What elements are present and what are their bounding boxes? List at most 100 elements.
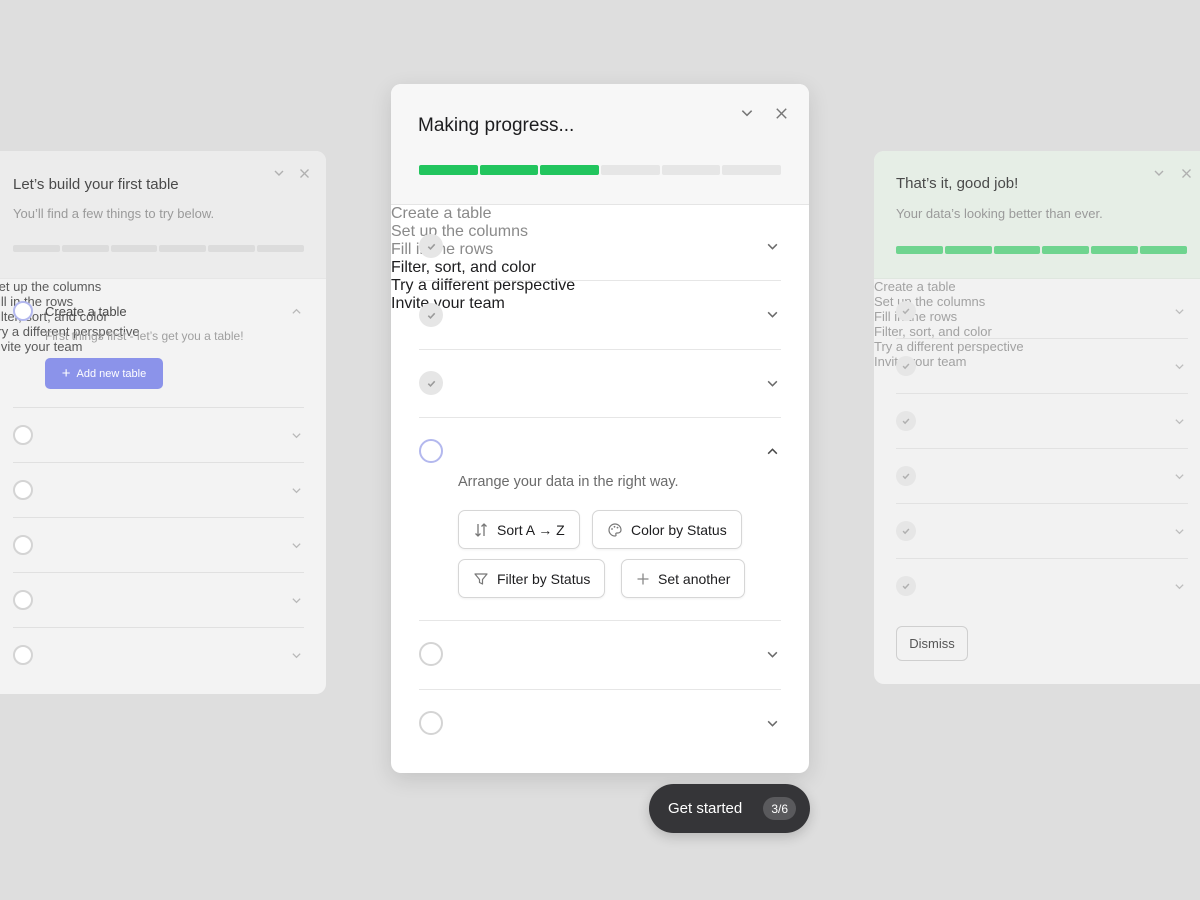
chevron-down-icon[interactable] <box>289 538 303 552</box>
button-label: Set another <box>658 570 731 587</box>
progress-segment <box>993 246 1041 254</box>
close-button[interactable] <box>1179 166 1193 180</box>
chevron-down-icon[interactable] <box>764 306 780 322</box>
progress-segment <box>110 245 158 252</box>
chevron-down-icon[interactable] <box>289 428 303 442</box>
checkmark-icon <box>896 466 916 486</box>
step-count-badge: 3/6 <box>763 797 796 820</box>
status-circle-icon <box>419 439 443 463</box>
get-started-button[interactable]: Get started 3/6 <box>649 784 810 833</box>
progress-segment <box>540 165 600 175</box>
filter-icon <box>474 572 488 585</box>
checklist-item-columns[interactable]: Set up the columns <box>0 279 326 445</box>
checklist-item-filter[interactable]: Filter, sort, and color <box>874 324 1200 486</box>
divider <box>419 689 781 690</box>
divider <box>13 627 304 628</box>
status-circle-icon <box>13 535 33 555</box>
checklist-item-invite[interactable]: Invite your team <box>391 295 809 735</box>
dismiss-button[interactable]: Dismiss <box>896 626 968 661</box>
checklist-item-rows[interactable]: Fill in the rows <box>391 241 809 395</box>
close-button[interactable] <box>772 104 790 122</box>
collapse-button[interactable] <box>1152 166 1166 180</box>
checkmark-icon <box>896 411 916 431</box>
checklist-item-perspective[interactable]: Try a different perspective <box>874 339 1200 541</box>
progress-segment <box>257 245 304 252</box>
add-new-table-button[interactable]: + Add new table <box>45 358 163 389</box>
divider <box>13 572 304 573</box>
checkmark-icon <box>896 301 916 321</box>
chevron-down-icon[interactable] <box>1172 524 1186 538</box>
chevron-down-icon <box>274 170 284 176</box>
palette-icon <box>608 522 622 537</box>
chevron-down-icon <box>1154 170 1164 176</box>
onboarding-card-complete: That’s it, good job! Your data’s looking… <box>874 151 1200 684</box>
item-label: Fill in the rows <box>874 309 958 324</box>
progress-segment <box>61 245 109 252</box>
checklist-item-columns[interactable]: Set up the columns <box>391 223 809 327</box>
item-label: Create a table <box>45 304 127 319</box>
divider <box>419 417 781 418</box>
chevron-up-icon[interactable] <box>289 304 303 318</box>
checklist-item-columns[interactable]: Set up the columns <box>874 294 1200 376</box>
status-circle-icon <box>13 645 33 665</box>
checklist-item-invite[interactable]: Invite your team <box>874 354 1200 596</box>
divider <box>419 349 781 350</box>
item-label: Invite your team <box>391 295 505 312</box>
chevron-down-icon[interactable] <box>764 238 780 254</box>
chevron-up-icon[interactable] <box>764 443 780 459</box>
progress-segment <box>13 245 60 252</box>
progress-segment <box>661 165 721 175</box>
checklist-item-create-table[interactable]: Create a table <box>391 205 809 258</box>
color-by-status-button[interactable]: Color by Status <box>592 510 742 549</box>
item-label: Filter, sort, and color <box>391 259 536 276</box>
card-title: Making progress... <box>418 115 575 136</box>
sort-a-z-button[interactable]: Sort A → Z <box>458 510 580 549</box>
chevron-down-icon[interactable] <box>1172 359 1186 373</box>
chevron-down-icon[interactable] <box>764 715 780 731</box>
progress-segment <box>208 245 256 252</box>
close-icon <box>1181 168 1191 178</box>
chevron-down-icon[interactable] <box>289 648 303 662</box>
checklist-item-filter[interactable]: Filter, sort, and color <box>391 259 809 463</box>
progress-segment <box>601 165 660 175</box>
chevron-down-icon[interactable] <box>764 646 780 662</box>
chevron-down-icon[interactable] <box>1172 414 1186 428</box>
item-label: Fill in the rows <box>391 241 494 258</box>
status-circle-icon <box>13 590 33 610</box>
progress-segment <box>896 246 943 254</box>
card-subtitle: You’ll find a few things to try below. <box>13 206 215 221</box>
chevron-down-icon[interactable] <box>289 593 303 607</box>
checklist-item-create-table[interactable]: Create a table <box>874 279 1200 321</box>
button-label: Sort A → Z <box>497 521 565 538</box>
chevron-down-icon[interactable] <box>764 375 780 391</box>
divider <box>13 517 304 518</box>
sort-icon <box>475 522 487 537</box>
progress-segment <box>479 165 539 175</box>
divider <box>896 393 1188 394</box>
filter-by-status-button[interactable]: Filter by Status <box>458 559 606 598</box>
divider <box>896 503 1188 504</box>
checkmark-icon <box>896 576 916 596</box>
item-label: Invite your team <box>874 354 967 369</box>
chevron-down-icon[interactable] <box>1172 304 1186 318</box>
onboarding-card-progress: Making progress... Create a table Set up… <box>391 84 809 773</box>
progress-segment <box>159 245 207 252</box>
card-header: Making progress... <box>391 84 809 205</box>
close-button[interactable] <box>297 166 311 180</box>
checklist-item-rows[interactable]: Fill in the rows <box>874 309 1200 431</box>
progress-segment <box>1042 246 1090 254</box>
divider <box>896 558 1188 559</box>
collapse-button[interactable] <box>272 166 286 180</box>
chevron-down-icon[interactable] <box>289 483 303 497</box>
item-label: Try a different perspective <box>874 339 1024 354</box>
divider <box>13 407 304 408</box>
chevron-down-icon[interactable] <box>1172 579 1186 593</box>
onboarding-card-start: Let’s build your first table You’ll find… <box>0 151 326 694</box>
collapse-button[interactable] <box>738 104 756 122</box>
divider <box>419 280 781 281</box>
set-another-button[interactable]: Set another <box>621 559 746 598</box>
card-title: Let’s build your first table <box>13 176 179 193</box>
chevron-down-icon[interactable] <box>1172 469 1186 483</box>
add-button-label: Add new table <box>76 367 147 380</box>
plus-icon: + <box>61 365 71 382</box>
